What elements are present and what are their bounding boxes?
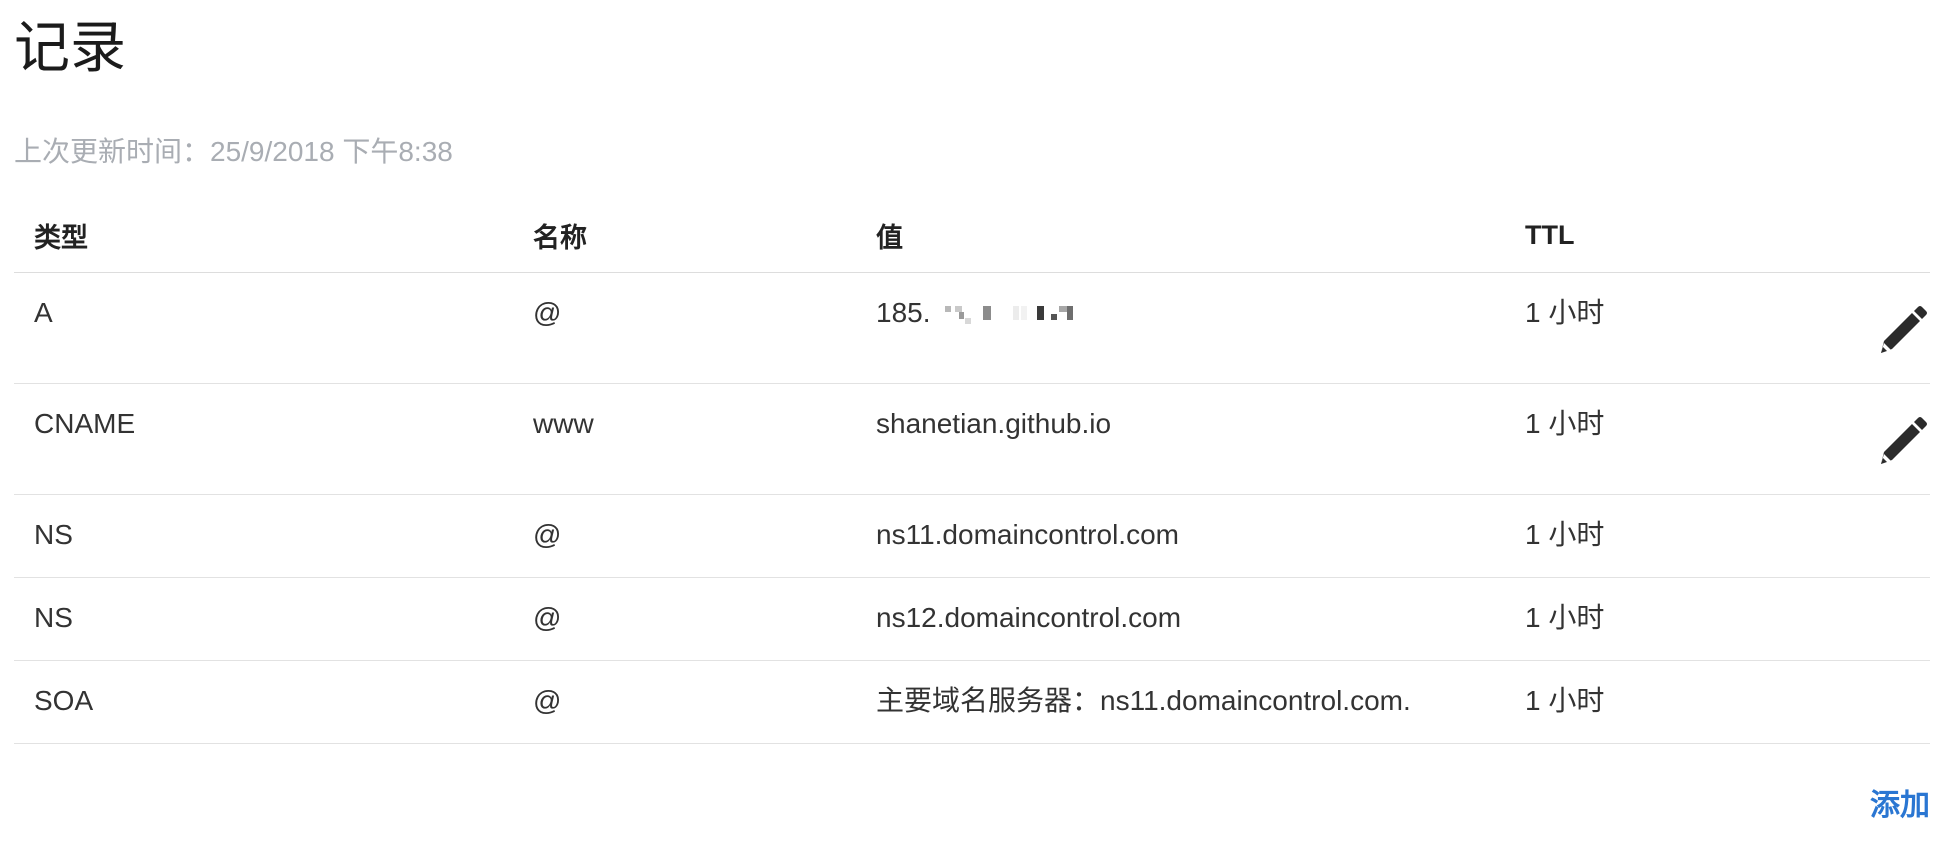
- column-header-value: 值: [856, 198, 1505, 273]
- pencil-icon: [1881, 417, 1927, 464]
- record-type: SOA: [34, 685, 94, 716]
- column-header-ttl: TTL: [1505, 198, 1850, 273]
- table-row: SOA @ 主要域名服务器：ns11.domaincontrol.com. 1 …: [14, 660, 1930, 744]
- record-value: ns12.domaincontrol.com: [876, 602, 1182, 633]
- record-name: @: [533, 685, 562, 716]
- pencil-icon: [1881, 306, 1927, 353]
- page-title: 记录: [14, 16, 126, 79]
- column-header-name: 名称: [513, 198, 856, 273]
- record-name: @: [533, 602, 562, 633]
- record-value-text: 185.: [876, 297, 931, 328]
- column-header-type: 类型: [14, 198, 513, 273]
- table-row: A @ 185. 1 小时: [14, 272, 1930, 384]
- redacted-ip-mask: [944, 305, 1073, 324]
- record-ttl: 1 小时: [1525, 602, 1605, 633]
- record-ttl: 1 小时: [1525, 408, 1605, 439]
- table-header-row: 类型 名称 值 TTL: [14, 198, 1930, 273]
- record-ttl: 1 小时: [1525, 297, 1605, 328]
- record-type: NS: [34, 602, 73, 633]
- record-type: NS: [34, 519, 73, 550]
- table-row: NS @ ns12.domaincontrol.com 1 小时: [14, 577, 1930, 661]
- record-ttl: 1 小时: [1525, 519, 1605, 550]
- record-name: @: [533, 519, 562, 550]
- last-updated-text: 上次更新时间：25/9/2018 下午8:38: [14, 136, 453, 167]
- add-record-link[interactable]: 添加: [1870, 786, 1930, 826]
- edit-record-button[interactable]: [1876, 414, 1930, 468]
- record-type: A: [34, 297, 53, 328]
- record-value: shanetian.github.io: [876, 408, 1112, 439]
- edit-record-button[interactable]: [1876, 303, 1930, 357]
- record-type: CNAME: [34, 408, 136, 439]
- table-row: CNAME www shanetian.github.io 1 小时: [14, 383, 1930, 495]
- record-name: www: [533, 408, 594, 439]
- record-name: @: [533, 297, 562, 328]
- table-row: NS @ ns11.domaincontrol.com 1 小时: [14, 494, 1930, 578]
- records-table: 类型 名称 值 TTL A @ 185. 1 小时 CNAME www shan…: [14, 198, 1930, 744]
- record-value: 主要域名服务器：ns11.domaincontrol.com.: [876, 685, 1411, 716]
- column-header-actions: [1850, 198, 1930, 273]
- record-value: 185.: [876, 273, 1505, 331]
- record-value: ns11.domaincontrol.com: [876, 519, 1179, 550]
- record-ttl: 1 小时: [1525, 685, 1605, 716]
